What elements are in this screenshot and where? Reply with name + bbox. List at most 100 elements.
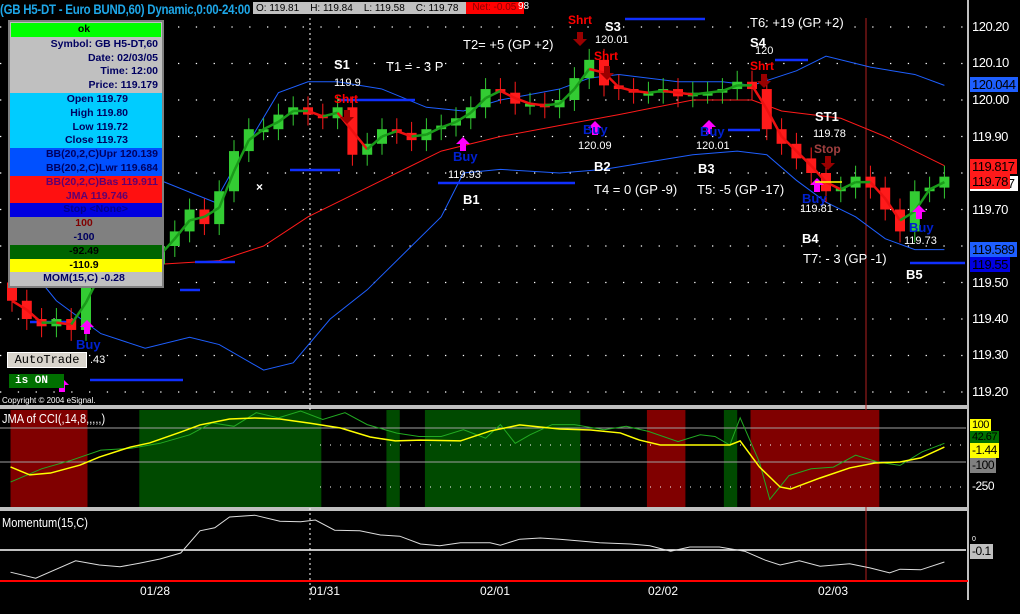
buy-signal: Buy <box>583 122 608 137</box>
info-close: Close 119.73 <box>10 134 162 149</box>
signal-label-s3: S3 <box>605 19 621 34</box>
short-arrow-icon <box>573 32 587 46</box>
jma-cci-badge: -1.44 <box>970 443 999 458</box>
price-tick: 120.00 <box>972 92 1009 107</box>
info-bb-basis: BB(20,2,C)Bas 119.911 <box>10 175 162 190</box>
price-tick: 119.20 <box>972 384 1008 399</box>
ok-button[interactable]: ok <box>11 23 161 37</box>
cci-floor-tick: -250 <box>972 479 995 493</box>
momentum-zero-tick: 0 <box>972 536 976 543</box>
cci-lower-badge: -100 <box>970 458 997 473</box>
short-signal: Shrt <box>750 59 774 73</box>
buy-signal: Buy <box>76 337 101 352</box>
buy-signal: Buy <box>453 149 478 164</box>
price-tick: 119.90 <box>972 129 1008 144</box>
signal-price: 120.09 <box>578 140 612 152</box>
info-time: Time: 12:00 <box>10 65 162 80</box>
signal-label-s1: S1 <box>334 57 350 72</box>
info-open: Open 119.79 <box>10 92 162 107</box>
info-jma: JMA 119.746 <box>10 189 162 204</box>
info-jma-cci: -110.9 <box>10 258 162 273</box>
cci-pane-label: JMA of CCI(,14,8,,,,,) <box>2 411 106 426</box>
signal-label-b2: B2 <box>594 159 611 174</box>
cci-zone-green <box>139 410 322 507</box>
signal-label-b3: B3 <box>698 161 715 176</box>
info-cci-value: -92.49 <box>10 244 162 259</box>
cci-value-badge: 42.67 <box>970 431 1000 443</box>
info-cci-upper: 100 <box>10 217 162 231</box>
short-arrow-icon <box>757 74 771 88</box>
cci-zone-red <box>750 410 880 507</box>
trade-result-t6: T6: +19 (GP +2) <box>750 15 844 30</box>
ohlc-readout: O: 119.81 H: 119.84 L: 119.58 C: 119.78 … <box>253 2 525 14</box>
trade-result-t5: T5: -5 (GP -17) <box>697 182 785 197</box>
info-stop: Stop <None> <box>10 203 162 218</box>
short-signal: Shrt <box>334 92 358 106</box>
chart-title: (GB H5-DT - Euro BUND,60) Dynamic,0:00-2… <box>0 1 251 17</box>
signal-price: 120.01 <box>696 140 730 152</box>
autotrade-button[interactable]: AutoTrade <box>7 352 87 368</box>
cci-upper-badge: 100 <box>970 419 991 431</box>
short-signal: Shrt <box>594 49 618 63</box>
buy-signal: Buy <box>700 124 725 139</box>
signal-price: 119.9 <box>334 77 361 89</box>
jma-line-segment <box>618 86 634 93</box>
cci-zone-green <box>723 410 738 507</box>
date-tick: 02/03 <box>818 584 849 598</box>
signal-price: .43 <box>90 354 106 366</box>
cursor-info-window[interactable]: ok Symbol: GB H5-DT,60 Date: 02/03/05 Ti… <box>8 20 164 289</box>
cci-zone-red <box>646 410 686 507</box>
buy-signal: Buy <box>909 220 934 235</box>
lower-band-badge: 119.589 <box>970 242 1017 257</box>
info-momentum: MOM(15,C) -0.28 <box>10 272 162 287</box>
exit-marker-icon: × <box>256 180 263 194</box>
short-signal: Shrt <box>568 13 592 27</box>
high-value: H: 119.84 <box>310 2 353 14</box>
cci-zone-green <box>386 410 400 507</box>
info-price: Price: 119.179 <box>10 79 162 93</box>
signal-price: 120.01 <box>595 34 629 46</box>
trade-result-t2: T2= +5 (GP +2) <box>463 37 554 52</box>
price-tick: 119.40 <box>972 311 1008 326</box>
price-tick: 120.10 <box>972 55 1009 70</box>
signal-price: 119.78 <box>813 128 846 140</box>
price-tick: 119.30 <box>972 347 1008 362</box>
price-tick: 119.70 <box>972 202 1008 217</box>
net-change: Net: -0.05 <box>466 2 525 14</box>
basis-badge: 119.817 <box>970 159 1017 174</box>
price-tick: 120.20 <box>972 19 1009 34</box>
info-low: Low 119.72 <box>10 120 162 135</box>
momentum-line <box>10 514 945 579</box>
info-high: High 119.80 <box>10 106 162 121</box>
date-tick: 02/01 <box>480 584 511 598</box>
autotrade-status: is ON <box>9 374 64 388</box>
price-tick: 119.50 <box>972 275 1008 290</box>
date-tick: 02/02 <box>648 584 679 598</box>
short-arrow-icon <box>821 156 835 170</box>
signal-label-b5: B5 <box>906 267 923 282</box>
momentum-value-badge: -0.1 <box>970 544 993 559</box>
info-cci-lower: -100 <box>10 230 162 245</box>
signal-price: 120 <box>755 45 774 57</box>
info-symbol: Symbol: GB H5-DT,60 <box>10 37 162 52</box>
close-value: C: 119.78 <box>415 2 459 14</box>
upper-band-badge: 120.044 <box>970 77 1018 92</box>
stop-signal: Stop <box>814 142 841 156</box>
date-tick: 01/28 <box>140 584 171 598</box>
stop-badge: 119.55 <box>970 257 1010 272</box>
info-date: Date: 02/03/05 <box>10 51 162 66</box>
pane-divider <box>0 507 968 511</box>
open-value: O: 119.81 <box>256 2 300 14</box>
info-bb-upper: BB(20,2,C)Upr 120.139 <box>10 148 162 162</box>
signal-label-b1: B1 <box>463 192 480 207</box>
info-bb-lower: BB(20,2,C)Lwr 119.684 <box>10 161 162 176</box>
last-price-badge: 119.78 <box>970 174 1010 189</box>
low-value: L: 119.58 <box>363 2 405 14</box>
momentum-pane-label: Momentum(15,C) <box>2 515 88 530</box>
signal-label-st1: ST1 <box>815 109 839 124</box>
copyright: Copyright © 2004 eSignal. <box>2 396 96 405</box>
date-tick: 01/31 <box>310 584 341 598</box>
readout-extra: 98 <box>518 1 530 12</box>
trade-result-t1: T1 = - 3 P <box>386 59 444 74</box>
signal-label-b4: B4 <box>802 231 819 246</box>
